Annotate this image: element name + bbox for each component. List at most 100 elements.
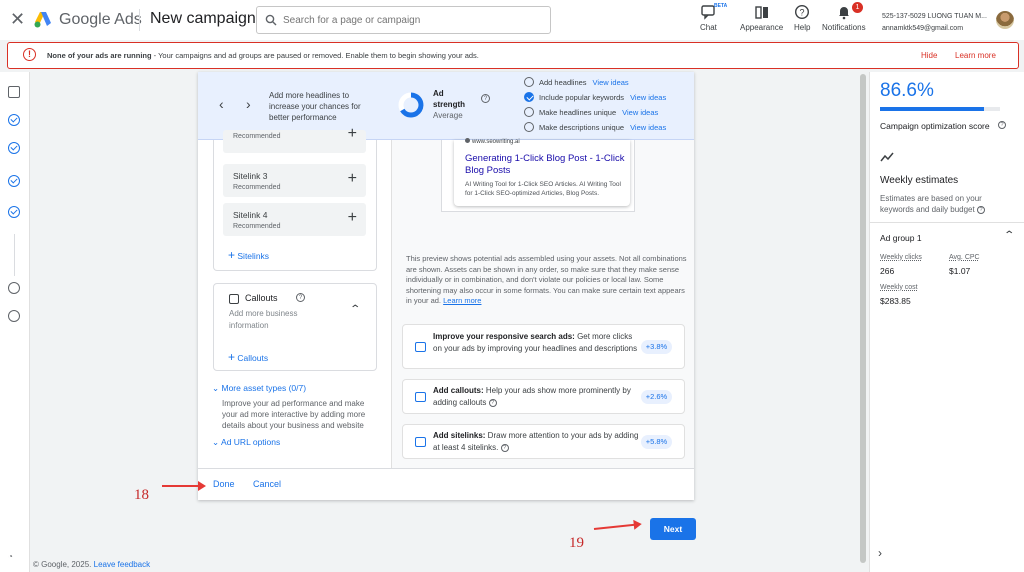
notifications-button[interactable]: 1 Notifications: [822, 2, 866, 32]
next-tip-chevron-icon[interactable]: ›: [246, 96, 251, 112]
sitelink-item[interactable]: Recommended +: [223, 125, 366, 153]
view-ideas-link[interactable]: View ideas: [630, 123, 666, 132]
cancel-button[interactable]: Cancel: [253, 479, 281, 489]
weekly-cost-value: $283.85: [880, 296, 911, 306]
appearance-button[interactable]: Appearance: [740, 4, 783, 32]
account-email: annamktk549@gmail.com: [882, 25, 964, 32]
step-complete-icon[interactable]: [8, 206, 20, 218]
add-callouts-label: Callouts: [237, 353, 269, 363]
help-button[interactable]: ? Help: [794, 4, 810, 32]
ad-description: AI Writing Tool for 1-Click SEO Articles…: [465, 181, 621, 197]
ad-url-options-label: Ad URL options: [221, 437, 281, 447]
help-icon[interactable]: ?: [500, 443, 509, 452]
help-icon[interactable]: ?: [296, 293, 305, 302]
step-pending-icon[interactable]: [8, 282, 20, 294]
weekly-clicks-label: Weekly clicks: [880, 254, 922, 261]
ad-strength-value: Average: [433, 111, 463, 120]
top-bar: ✕ Google Ads New campaign BETA Chat Appe…: [0, 0, 1024, 40]
annotation-arrow-icon: [593, 523, 638, 530]
campaign-overview-icon[interactable]: [8, 86, 20, 98]
sitelink-item[interactable]: Sitelink 4 Recommended +: [223, 203, 366, 236]
checked-circle-icon: [524, 92, 534, 102]
notifications-label: Notifications: [822, 23, 866, 32]
step-pending-icon[interactable]: [8, 310, 20, 322]
plus-icon: +: [228, 248, 236, 262]
view-ideas-link[interactable]: View ideas: [622, 108, 658, 117]
ad-url-options-toggle[interactable]: ⌄ Ad URL options: [212, 437, 280, 448]
progress-rail: [0, 72, 30, 572]
notification-count-badge: 1: [852, 2, 863, 13]
learn-more-link[interactable]: Learn more: [443, 296, 481, 305]
unchecked-circle-icon: [524, 122, 534, 132]
callouts-section: Callouts ? Add more business information…: [213, 283, 377, 371]
account-switcher[interactable]: 525-137-5029 LUONG TUAN M... annamktk549…: [882, 11, 987, 35]
rail-connector: [14, 234, 15, 276]
help-icon[interactable]: ?: [481, 94, 490, 103]
error-icon: !: [23, 48, 36, 61]
bell-icon: [838, 7, 849, 20]
collapse-chevron-icon[interactable]: ⌃: [349, 304, 361, 315]
trending-icon: [880, 152, 894, 162]
assets-column: Recommended + Sitelink 3 Recommended + S…: [198, 125, 391, 468]
ad-url-text: www.seowriting.ai: [472, 139, 520, 145]
sitelinks-section: Recommended + Sitelink 3 Recommended + S…: [213, 125, 377, 271]
uplift-badge: +3.8%: [641, 340, 672, 354]
strength-tip: Add more headlines to increase your chan…: [269, 91, 361, 122]
prev-tip-chevron-icon[interactable]: ‹: [219, 96, 224, 112]
add-icon[interactable]: +: [348, 170, 357, 188]
sitelink-name: Sitelink 3: [233, 171, 268, 181]
collapse-chevron-icon[interactable]: ⌃: [1003, 230, 1015, 241]
step-complete-icon[interactable]: [8, 114, 20, 126]
preview-column: www.seowriting.ai Generating 1-Click Blo…: [392, 138, 694, 468]
close-icon[interactable]: ✕: [10, 9, 25, 29]
sitelink-item[interactable]: Sitelink 3 Recommended +: [223, 164, 366, 197]
scrollbar-thumb[interactable]: [860, 74, 866, 563]
hide-alert-button[interactable]: Hide: [921, 51, 937, 60]
help-icon[interactable]: ?: [998, 121, 1006, 129]
step-annotation: 19: [569, 535, 584, 551]
recommendation-text: Improve your responsive search ads: Get …: [433, 331, 638, 355]
done-button[interactable]: Done: [213, 479, 235, 489]
recommendation-card[interactable]: Improve your responsive search ads: Get …: [402, 324, 685, 369]
search-input[interactable]: [283, 14, 523, 26]
recommendation-icon: [415, 437, 426, 447]
recommendation-text: Add sitelinks: Draw more attention to yo…: [433, 430, 643, 454]
chevron-down-icon: ⌄: [212, 437, 220, 447]
avatar[interactable]: [996, 11, 1014, 29]
account-id: 525-137-5029 LUONG TUAN M...: [882, 13, 987, 20]
view-ideas-link[interactable]: View ideas: [593, 78, 629, 87]
recommendation-card[interactable]: Add sitelinks: Draw more attention to yo…: [402, 424, 685, 459]
avg-cpc-value: $1.07: [949, 266, 971, 276]
appearance-label: Appearance: [740, 23, 784, 32]
chevron-right-icon[interactable]: ›: [878, 546, 882, 560]
leave-feedback-link[interactable]: Leave feedback: [94, 560, 151, 569]
help-icon[interactable]: ?: [976, 205, 985, 214]
add-icon[interactable]: +: [348, 209, 357, 227]
help-icon[interactable]: ?: [488, 398, 497, 407]
more-asset-types-toggle[interactable]: ⌄ More asset types (0/7): [212, 383, 306, 394]
unchecked-circle-icon: [524, 107, 534, 117]
chat-button[interactable]: BETA Chat: [700, 3, 727, 32]
ad-group-title: Ad group 1: [880, 233, 922, 243]
add-sitelinks-button[interactable]: + Sitelinks: [228, 248, 269, 262]
view-ideas-link[interactable]: View ideas: [630, 93, 666, 102]
help-icon: ?: [795, 4, 810, 20]
step-complete-icon[interactable]: [8, 175, 20, 187]
recommendation-card[interactable]: Add callouts: Help your ads show more pr…: [402, 379, 685, 414]
feedback-icon[interactable]: ◔: [8, 552, 13, 561]
add-icon[interactable]: +: [348, 125, 357, 143]
header-divider: [139, 9, 140, 31]
add-callouts-button[interactable]: + Callouts: [228, 350, 268, 364]
search-box[interactable]: [256, 6, 551, 34]
learn-more-link[interactable]: Learn more: [955, 51, 996, 60]
ad-strength-label: Ad strength: [433, 89, 465, 109]
recommendation-title: Add sitelinks:: [433, 431, 486, 440]
step-complete-icon[interactable]: [8, 142, 20, 154]
next-button[interactable]: Next: [650, 518, 696, 540]
weekly-cost-label: Weekly cost: [880, 284, 918, 291]
weekly-estimates-title: Weekly estimates: [880, 175, 959, 186]
alert-bold: None of your ads are running: [47, 51, 152, 60]
suggestion-label: Make headlines unique: [539, 107, 617, 117]
card-footer: Done Cancel: [198, 468, 694, 500]
recommendation-icon: [415, 342, 426, 352]
